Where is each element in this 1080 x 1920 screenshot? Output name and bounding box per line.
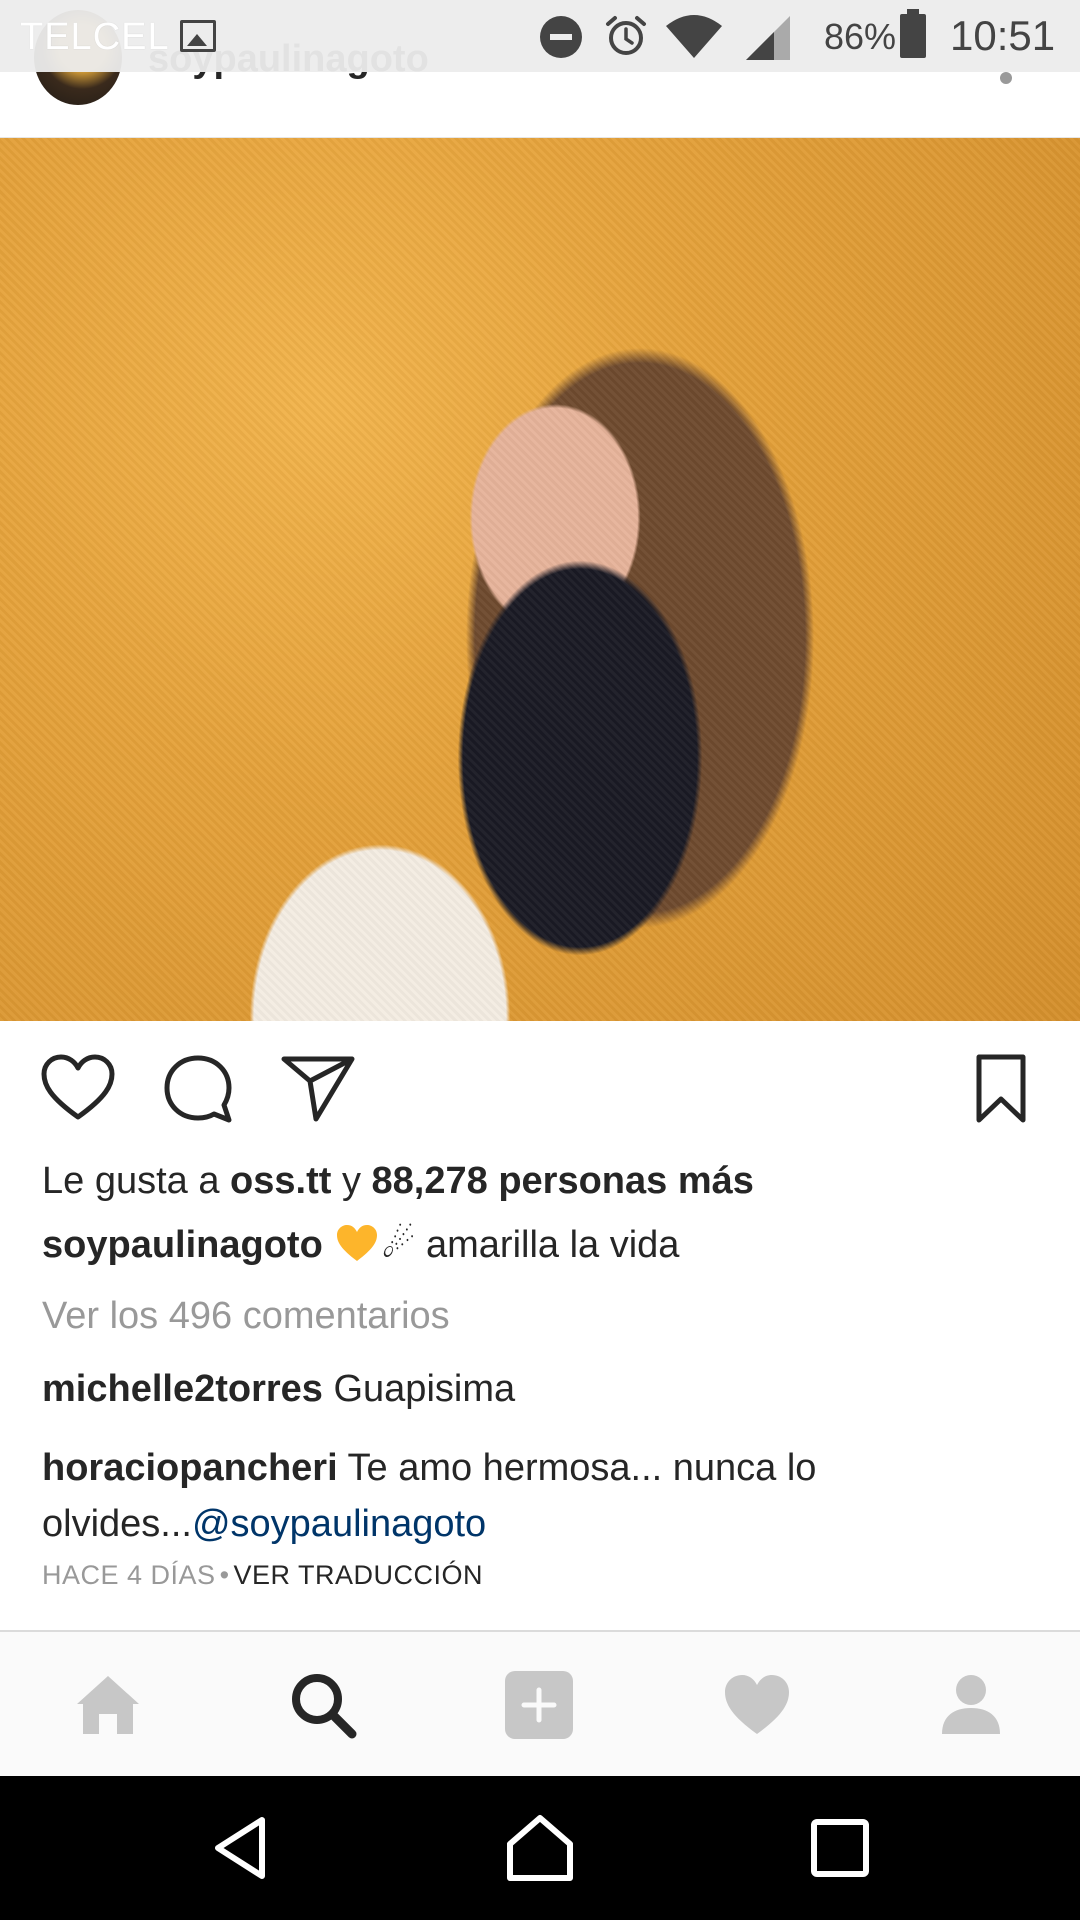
comment-item: horaciopancheri Te amo hermosa... nunca …: [42, 1440, 1042, 1552]
wifi-icon: [666, 15, 722, 58]
comment-text: Guapisima: [333, 1368, 516, 1410]
do-not-disturb-icon: [540, 16, 582, 58]
like-heart-icon[interactable]: [40, 1053, 116, 1123]
comment-mention-link[interactable]: @soypaulinagoto: [192, 1503, 486, 1545]
activity-heart-icon[interactable]: [722, 1670, 792, 1740]
signal-icon: [746, 16, 790, 60]
post-photo[interactable]: [0, 138, 1080, 1021]
caption: soypaulinagoto ☄ amarilla la vida: [42, 1222, 679, 1267]
search-icon[interactable]: [288, 1670, 358, 1740]
alarm-icon: [606, 16, 646, 55]
profile-icon[interactable]: [936, 1670, 1006, 1740]
see-translation-link[interactable]: VER TRADUCCIÓN: [234, 1560, 484, 1590]
likes-line[interactable]: Le gusta a oss.tt y 88,278 personas más: [42, 1160, 754, 1203]
carrier-name: TELCEL: [20, 16, 170, 58]
image-icon: [180, 20, 216, 52]
post-actions: [0, 1021, 1080, 1161]
comment-username[interactable]: michelle2torres: [42, 1368, 323, 1410]
caption-text: amarilla la vida: [426, 1224, 680, 1266]
likes-prefix: Le gusta a: [42, 1160, 231, 1202]
post-meta: HACE 4 DÍAS • VER TRADUCCIÓN: [42, 1560, 483, 1591]
yellow-heart-emoji-icon: [337, 1225, 378, 1261]
bottom-tab-bar: [0, 1630, 1080, 1776]
battery-icon: [900, 9, 926, 58]
home-circle-icon[interactable]: [504, 1812, 576, 1884]
meta-separator: •: [219, 1560, 230, 1590]
caption-username[interactable]: soypaulinagoto: [42, 1224, 323, 1266]
photo-texture: [0, 138, 1080, 1021]
recents-icon[interactable]: [804, 1812, 876, 1884]
bookmark-icon[interactable]: [974, 1053, 1028, 1125]
clock: 10:51: [950, 12, 1056, 59]
system-nav-bar: [0, 1776, 1080, 1920]
likes-joiner: y: [331, 1160, 372, 1202]
add-post-icon[interactable]: [504, 1670, 574, 1740]
back-icon[interactable]: [206, 1812, 278, 1884]
more-options-icon[interactable]: [1000, 72, 1012, 84]
battery-percent: 86%: [824, 16, 897, 57]
comment-username[interactable]: horaciopancheri: [42, 1447, 338, 1489]
comet-emoji: ☄: [381, 1224, 416, 1266]
home-icon[interactable]: [73, 1670, 143, 1740]
likes-count[interactable]: 88,278 personas más: [372, 1160, 754, 1202]
share-send-icon[interactable]: [280, 1053, 356, 1123]
post-timestamp: HACE 4 DÍAS: [42, 1560, 216, 1590]
liker-username[interactable]: oss.tt: [230, 1160, 331, 1202]
comment-item: michelle2torres Guapisima: [42, 1368, 515, 1411]
comment-bubble-icon[interactable]: [162, 1053, 234, 1125]
view-all-comments-link[interactable]: Ver los 496 comentarios: [42, 1295, 450, 1338]
status-bar: TELCEL 86% 10:51: [0, 0, 1080, 72]
